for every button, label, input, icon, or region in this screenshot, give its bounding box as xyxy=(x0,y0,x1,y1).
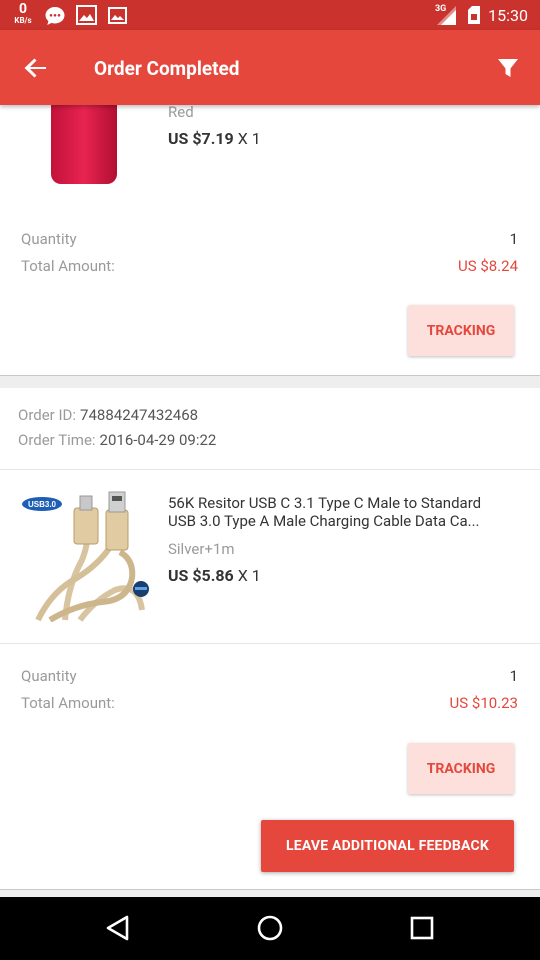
quantity-value: 1 xyxy=(509,230,518,248)
quantity-label: Quantity xyxy=(21,667,77,685)
navigation-bar xyxy=(0,897,540,960)
total-amount-label: Total Amount: xyxy=(21,257,115,275)
sim-icon xyxy=(468,6,480,24)
tracking-button[interactable]: TRACKING xyxy=(408,743,514,794)
svg-text:USB3.0: USB3.0 xyxy=(28,500,57,509)
total-amount-value: US $8.24 xyxy=(457,257,518,275)
order-id: Order ID: 74884247432468 xyxy=(18,406,199,424)
product-image[interactable] xyxy=(50,105,118,185)
page-title: Order Completed xyxy=(94,57,240,80)
product-variant: Silver+1m xyxy=(168,540,235,558)
divider xyxy=(0,469,540,470)
quantity-label: Quantity xyxy=(21,230,77,248)
clock: 15:30 xyxy=(488,6,528,25)
total-amount-label: Total Amount: xyxy=(21,694,115,712)
divider xyxy=(0,643,540,644)
image-icon xyxy=(76,5,97,25)
order-list[interactable]: Red US $7.19 X 1 Quantity 1 Total Amount:… xyxy=(0,105,540,897)
product-image[interactable]: USB3.0 xyxy=(20,490,152,622)
product-title[interactable]: 56K Resitor USB C 3.1 Type C Male to Sta… xyxy=(168,494,520,530)
quantity-value: 1 xyxy=(509,667,518,685)
section-divider xyxy=(0,889,540,897)
back-triangle-icon[interactable] xyxy=(103,913,133,943)
status-bar: 0 KB/s 3G 15:30 xyxy=(0,0,540,30)
network-speed: 0 KB/s xyxy=(14,1,32,25)
recents-square-icon[interactable] xyxy=(407,913,437,943)
message-icon xyxy=(45,7,65,25)
arrow-back-icon[interactable] xyxy=(22,54,50,82)
filter-icon[interactable] xyxy=(496,56,520,80)
product-price: US $7.19 X 1 xyxy=(168,129,261,148)
total-amount-value: US $10.23 xyxy=(449,694,518,712)
picture-icon xyxy=(108,7,127,24)
product-price: US $5.86 X 1 xyxy=(168,566,261,585)
section-divider xyxy=(0,375,540,388)
product-variant: Red xyxy=(168,105,194,121)
tracking-button[interactable]: TRACKING xyxy=(408,305,514,356)
home-circle-icon[interactable] xyxy=(255,913,285,943)
signal-icon xyxy=(437,6,456,25)
leave-feedback-button[interactable]: LEAVE ADDITIONAL FEEDBACK xyxy=(261,820,514,872)
order-time: Order Time: 2016-04-29 09:22 xyxy=(18,431,217,449)
app-bar: Order Completed xyxy=(0,30,540,105)
